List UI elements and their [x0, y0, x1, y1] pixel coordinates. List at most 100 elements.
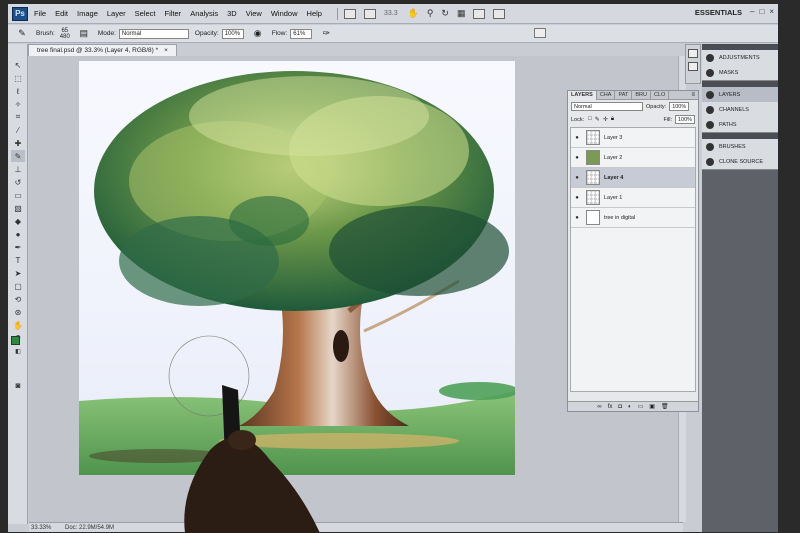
lock-all-icon[interactable]: 🔒︎	[611, 116, 614, 123]
3d-rotate-tool-icon[interactable]: ⟲	[11, 293, 25, 305]
layer-row[interactable]: ● Layer 1	[571, 188, 695, 208]
menu-layer[interactable]: Layer	[107, 9, 126, 18]
link-layers-icon[interactable]: ∞	[597, 404, 601, 410]
quick-mask-icon[interactable]: ◙	[11, 379, 25, 391]
menu-file[interactable]: File	[34, 9, 46, 18]
path-select-tool-icon[interactable]: ➤	[11, 267, 25, 279]
adjustment-layer-icon[interactable]: ◐	[628, 404, 632, 410]
quick-select-tool-icon[interactable]: ✧	[11, 98, 25, 110]
tablet-pressure-size-icon[interactable]	[534, 28, 546, 38]
clone-stamp-tool-icon[interactable]: ⊥	[11, 163, 25, 175]
hand-tool-icon[interactable]: ✋	[408, 8, 419, 19]
dock-item-brushes[interactable]: BRUSHES	[702, 139, 778, 154]
maximize-icon[interactable]: □	[759, 7, 764, 16]
menu-analysis[interactable]: Analysis	[190, 9, 218, 18]
default-colors-icon[interactable]: ◧	[11, 345, 25, 357]
eye-icon[interactable]: ●	[571, 195, 583, 201]
dodge-tool-icon[interactable]: ●	[11, 228, 25, 240]
brush-tool-icon[interactable]: ✎	[11, 150, 25, 162]
foreground-color-swatch[interactable]	[11, 336, 20, 345]
eye-icon[interactable]: ●	[571, 175, 583, 181]
eraser-tool-icon[interactable]: ▭	[11, 189, 25, 201]
panel-menu-icon[interactable]: ≡	[691, 92, 695, 98]
move-tool-icon[interactable]: ↖	[11, 59, 25, 71]
status-zoom[interactable]: 33.33%	[31, 525, 57, 531]
close-tab-icon[interactable]: ×	[164, 47, 168, 54]
lasso-tool-icon[interactable]: ℓ	[11, 85, 25, 97]
shape-tool-icon[interactable]: ▢	[11, 280, 25, 292]
fill-field[interactable]: 100%	[675, 115, 695, 124]
menu-help[interactable]: Help	[307, 9, 322, 18]
dock-item-masks[interactable]: MASKS	[702, 65, 778, 80]
layer-style-icon[interactable]: fx	[608, 404, 613, 410]
status-doc-size[interactable]: Doc: 22.9M/54.9M	[65, 525, 114, 531]
menu-edit[interactable]: Edit	[55, 9, 68, 18]
new-group-icon[interactable]: ▭	[638, 403, 644, 410]
rotate-view-icon[interactable]: ↻	[441, 8, 449, 19]
screen-mode-icon[interactable]	[493, 8, 506, 19]
menu-select[interactable]: Select	[135, 9, 156, 18]
eye-icon[interactable]: ●	[571, 155, 583, 161]
zoom-level[interactable]: 33.3	[384, 10, 398, 17]
layer-row[interactable]: ● tree in digital	[571, 208, 695, 228]
document-tab[interactable]: tree final.psd @ 33.3% (Layer 4, RGB/8) …	[28, 44, 177, 56]
eyedropper-tool-icon[interactable]: ⁄	[11, 124, 25, 136]
dock-item-adjustments[interactable]: ADJUSTMENTS	[702, 50, 778, 65]
tablet-pressure-opacity-icon[interactable]: ◉	[250, 28, 266, 40]
dock-item-paths[interactable]: PATHS	[702, 117, 778, 132]
tab-clone-source[interactable]: CLO	[651, 90, 670, 100]
history-brush-tool-icon[interactable]: ↺	[11, 176, 25, 188]
minimize-icon[interactable]: –	[750, 7, 754, 16]
lock-image-icon[interactable]: ✎	[595, 116, 600, 123]
lock-position-icon[interactable]: ✛	[603, 116, 608, 123]
mode-select[interactable]: Normal	[118, 28, 189, 39]
marquee-tool-icon[interactable]: ⬚	[11, 72, 25, 84]
dock-item-clone-source[interactable]: CLONE SOURCE	[702, 154, 778, 169]
actions-icon[interactable]	[688, 62, 698, 71]
canvas[interactable]	[79, 61, 515, 475]
layer-row[interactable]: ● Layer 3	[571, 128, 695, 148]
tab-brushes[interactable]: BRU	[632, 90, 651, 100]
brush-panel-icon[interactable]: ▤	[76, 28, 92, 40]
3d-orbit-tool-icon[interactable]: ⊛	[11, 306, 25, 318]
healing-tool-icon[interactable]: ✚	[11, 137, 25, 149]
layer-row[interactable]: ● Layer 2	[571, 148, 695, 168]
zoom-tool-icon[interactable]: ⚲	[427, 8, 434, 19]
tab-paths[interactable]: PAT	[615, 90, 633, 100]
blur-tool-icon[interactable]: ◆	[11, 215, 25, 227]
workspace-switcher[interactable]: ESSENTIALS	[695, 8, 742, 17]
grid-icon[interactable]: ▦	[457, 8, 466, 19]
layer-opacity-field[interactable]: 100%	[669, 102, 690, 111]
type-tool-icon[interactable]: T	[11, 254, 25, 266]
opacity-field[interactable]: 100%	[221, 28, 244, 39]
menu-view[interactable]: View	[246, 9, 262, 18]
arrange-documents-icon[interactable]	[473, 8, 486, 19]
lock-transparent-icon[interactable]: □	[588, 116, 592, 123]
layer-row-selected[interactable]: ● Layer 4	[571, 168, 695, 188]
menu-image[interactable]: Image	[77, 9, 98, 18]
delete-layer-icon[interactable]: 🗑︎	[661, 403, 669, 410]
hand-tool-panel-icon[interactable]: ✋	[11, 319, 25, 331]
menu-3d[interactable]: 3D	[227, 9, 237, 18]
airbrush-icon[interactable]: ✑	[318, 28, 334, 40]
gradient-tool-icon[interactable]: ▧	[11, 202, 25, 214]
add-mask-icon[interactable]: ◘	[618, 404, 622, 410]
bridge-icon[interactable]	[343, 8, 356, 19]
history-icon[interactable]	[688, 49, 698, 58]
mini-bridge-icon[interactable]	[363, 8, 376, 19]
eye-icon[interactable]: ●	[571, 215, 583, 221]
new-layer-icon[interactable]: ▣	[649, 403, 655, 410]
tab-layers[interactable]: LAYERS	[568, 90, 597, 100]
blend-mode-select[interactable]: Normal	[571, 102, 643, 111]
pen-tool-icon[interactable]: ✒	[11, 241, 25, 253]
close-icon[interactable]: ×	[769, 7, 774, 16]
menu-window[interactable]: Window	[271, 9, 298, 18]
dock-item-channels[interactable]: CHANNELS	[702, 102, 778, 117]
brush-picker[interactable]: 65 480	[60, 28, 70, 40]
menu-filter[interactable]: Filter	[165, 9, 182, 18]
eye-icon[interactable]: ●	[571, 135, 583, 141]
tab-channels[interactable]: CHA	[597, 90, 616, 100]
crop-tool-icon[interactable]: ⌗	[11, 111, 25, 123]
dock-item-layers[interactable]: LAYERS	[702, 87, 778, 102]
brush-tool-preset-icon[interactable]: ✎	[14, 28, 30, 40]
